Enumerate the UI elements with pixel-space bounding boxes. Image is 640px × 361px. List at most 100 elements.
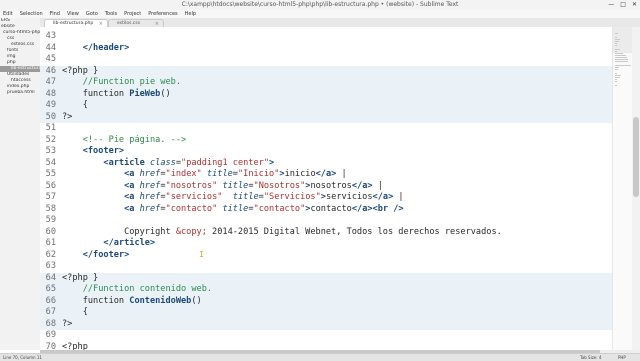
code-editor[interactable]: 43 44 </header> 45 46 <?php } 47 //Function p…: [40, 27, 612, 350]
code-text: ?>: [62, 112, 72, 124]
code-token: "index": [165, 169, 202, 179]
minimap-line: [615, 51, 618, 52]
code-token: href: [139, 169, 161, 179]
code-token: href: [139, 203, 161, 214]
syntax-mode[interactable]: PHP: [618, 355, 626, 360]
code-text: <a href="index" title="Inicio">inicio</a…: [62, 169, 347, 181]
minimap[interactable]: [612, 27, 633, 350]
code-line[interactable]: 69: [40, 330, 612, 342]
code-line[interactable]: 70 <?php: [40, 342, 612, 351]
code-token: </a><br />: [351, 203, 404, 214]
code-token: contacto: [310, 203, 352, 214]
code-token: function: [62, 88, 130, 99]
code-line[interactable]: 48 function PieWeb(): [40, 88, 612, 100]
minimap-line: [615, 73, 617, 74]
code-text: <?php: [62, 342, 88, 351]
code-text: <a href="nosotros" title="Nosotros">noso…: [62, 181, 383, 193]
code-token: </a>: [351, 180, 373, 191]
scroll-thumb[interactable]: [633, 117, 639, 197]
code-line[interactable]: 54 <article class="padding1 center">: [40, 158, 612, 170]
sidebar-item[interactable]: prueba.html: [0, 90, 40, 96]
minimap-line: [615, 41, 620, 42]
code-line[interactable]: 50 ?>: [40, 111, 612, 124]
code-line[interactable]: 46 <?php }: [40, 65, 612, 78]
code-token: "Servicios": [263, 192, 321, 202]
line-number: 49: [45, 100, 56, 110]
code-line[interactable]: 52 <!-- Pie página. -->: [40, 135, 612, 147]
menu-find[interactable]: Find: [47, 10, 64, 18]
code-line[interactable]: 61 </article>: [40, 238, 612, 250]
code-line[interactable]: 62 </footer>: [40, 250, 612, 262]
code-token: href: [139, 180, 161, 191]
minimap-line: [615, 69, 618, 70]
code-line[interactable]: 51: [40, 123, 612, 135]
code-line[interactable]: 45: [40, 54, 612, 66]
code-line[interactable]: 63: [40, 261, 612, 273]
code-line[interactable]: 68 ?>: [40, 318, 612, 330]
code-line[interactable]: 55 <a href="index" title="Inicio">inicio…: [40, 169, 612, 181]
window-controls: — □ ✕: [608, 1, 637, 8]
vertical-scrollbar[interactable]: [632, 27, 640, 350]
maximize-button[interactable]: □: [620, 1, 626, 8]
tab-lib-estructura[interactable]: lib-estructura.php ×: [44, 19, 108, 27]
line-number: 50: [45, 111, 56, 122]
code-text: <?php }: [62, 66, 98, 78]
code-line[interactable]: 56 <a href="nosotros" title="Nosotros">n…: [40, 181, 612, 193]
minimap-line: [615, 75, 621, 76]
code-token: //Function pie web.: [82, 77, 182, 87]
minimap-line: [615, 55, 626, 56]
menu-edit[interactable]: Edit: [0, 10, 17, 18]
code-line[interactable]: 60 Copyright &copy; 2014-2015 Digital We…: [40, 227, 612, 239]
line-number: 59: [45, 215, 56, 225]
code-line[interactable]: 65 //Function contenido web.: [40, 284, 612, 296]
minimize-button[interactable]: —: [608, 1, 614, 8]
code-line[interactable]: 57 <a href="servicios" title="Servicios"…: [40, 192, 612, 204]
line-number: 56: [45, 180, 56, 191]
code-line[interactable]: 43: [40, 31, 612, 43]
code-token: href: [139, 192, 161, 202]
minimap-line: [615, 53, 624, 54]
close-button[interactable]: ✕: [632, 1, 637, 8]
minimap-line: [615, 81, 617, 82]
code-line[interactable]: 58 <a href="contacto" title="contacto">c…: [40, 204, 612, 216]
code-line[interactable]: 59: [40, 215, 612, 227]
code-text: <footer>: [62, 146, 124, 158]
line-number: 60: [45, 226, 56, 237]
sidebar-item[interactable]: curso-html5-php: [0, 30, 40, 36]
code-token: <a: [124, 180, 140, 191]
menu-tools[interactable]: Tools: [102, 10, 121, 18]
code-line[interactable]: 66 function ContenidoWeb(): [40, 295, 612, 307]
code-line[interactable]: 49 {: [40, 100, 612, 112]
line-number: 66: [45, 295, 56, 306]
minimap-line: [615, 39, 620, 40]
code-line[interactable]: 67 {: [40, 307, 612, 319]
line-number: 54: [45, 157, 56, 168]
line-number: 67: [45, 307, 56, 317]
code-text: </article>: [62, 238, 155, 250]
menu-view[interactable]: View: [64, 10, 83, 18]
code-line[interactable]: 53 <footer>: [40, 146, 612, 158]
menu-help[interactable]: Help: [182, 10, 200, 18]
line-number: 64: [45, 272, 56, 283]
code-line[interactable]: 64 <?php }: [40, 272, 612, 284]
code-text: </footer>: [62, 250, 130, 262]
code-line[interactable]: 47 //Function pie web.: [40, 77, 612, 89]
code-line[interactable]: 44 </header>: [40, 43, 612, 55]
code-text: {: [62, 307, 88, 319]
tab-estilos[interactable]: estilos.css ×: [108, 19, 164, 27]
tab-size[interactable]: Tab Size: 4: [580, 355, 601, 360]
code-text: <a href="servicios" title="Servicios">se…: [62, 192, 404, 204]
line-number: 68: [45, 318, 56, 329]
menu-project[interactable]: Project: [121, 10, 145, 18]
menu-selection[interactable]: Selection: [17, 10, 47, 18]
code-token: {: [62, 307, 88, 317]
menu-preferences[interactable]: Preferences: [145, 10, 181, 18]
cursor-position: Line 70, Column 11: [3, 355, 42, 360]
menu-goto[interactable]: Goto: [83, 10, 102, 18]
